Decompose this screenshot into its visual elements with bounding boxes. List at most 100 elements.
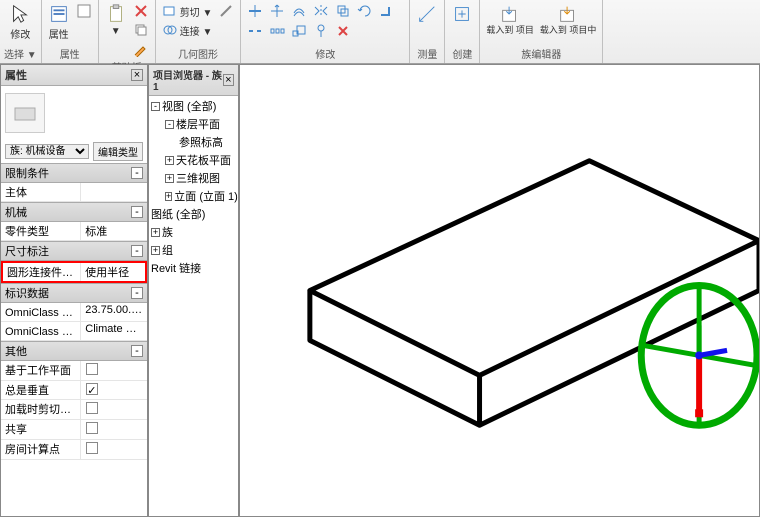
tree-toggle[interactable]: - <box>165 120 174 129</box>
prop-row[interactable]: 共享 <box>1 420 147 440</box>
tree-node[interactable]: -视图 (全部) <box>151 98 236 116</box>
tree-label: 天花板平面 <box>176 152 231 168</box>
prop-row[interactable]: 主体 <box>1 183 147 202</box>
ribbon: 修改 选择 ▼ 属性 属性 ▼ 剪贴板 <box>0 0 760 64</box>
delete-tool[interactable] <box>333 22 353 40</box>
load-close-tool[interactable]: 载入到 项目中 <box>538 2 599 36</box>
prop-row[interactable]: 加载时剪切的空心 <box>1 400 147 420</box>
browser-tree[interactable]: -视图 (全部)-楼层平面参照标高+天花板平面+三维视图+立面 (立面 1)图纸… <box>149 96 238 280</box>
prop-value[interactable] <box>81 361 147 380</box>
prop-row[interactable]: 零件类型标准 <box>1 222 147 241</box>
tree-label: 视图 (全部) <box>162 98 216 114</box>
tree-toggle[interactable]: + <box>151 228 160 237</box>
prop-value[interactable]: Climate Control ... <box>81 322 147 340</box>
prop-key: 基于工作平面 <box>1 361 81 380</box>
select-tool[interactable]: 修改 <box>7 2 33 42</box>
tree-node[interactable]: +族 <box>151 224 236 242</box>
tree-node[interactable]: +组 <box>151 242 236 260</box>
tree-toggle[interactable]: + <box>165 156 174 165</box>
prop-value[interactable] <box>81 420 147 439</box>
move-tool[interactable] <box>267 2 287 20</box>
mirror-tool[interactable] <box>311 2 331 20</box>
tree-toggle[interactable]: - <box>151 102 160 111</box>
prop-group[interactable]: 限制条件- <box>1 163 147 183</box>
type-selector[interactable] <box>1 86 147 140</box>
prop-value[interactable]: 23.75.00.00 <box>81 303 147 321</box>
prop-key: 零件类型 <box>1 222 81 240</box>
prop-value[interactable]: 使用半径 <box>81 263 145 281</box>
prop-value[interactable]: ✓ <box>81 381 147 399</box>
prop-row[interactable]: 房间计算点 <box>1 440 147 460</box>
tree-node[interactable]: -楼层平面 <box>151 116 236 134</box>
prop-value[interactable] <box>81 183 147 201</box>
prop-key: OmniClass 编号 <box>1 303 81 321</box>
tree-label: 组 <box>162 242 173 258</box>
split-tool[interactable] <box>245 22 265 40</box>
prop-value[interactable] <box>81 400 147 419</box>
rotate-tool[interactable] <box>355 2 375 20</box>
properties-tool[interactable]: 属性 <box>46 2 72 42</box>
project-browser: 项目浏览器 - 族1 × -视图 (全部)-楼层平面参照标高+天花板平面+三维视… <box>148 64 239 517</box>
prop-value[interactable]: 标准 <box>81 222 147 240</box>
offset-tool[interactable] <box>289 2 309 20</box>
browser-close-icon[interactable]: × <box>223 74 234 86</box>
properties-close-icon[interactable]: × <box>131 69 143 81</box>
trim-tool[interactable] <box>377 2 397 20</box>
prop-group[interactable]: 尺寸标注- <box>1 241 147 261</box>
viewport-3d[interactable] <box>239 64 760 517</box>
browser-header[interactable]: 项目浏览器 - 族1 × <box>149 65 238 96</box>
edit-type-button[interactable]: 编辑类型 <box>93 142 143 161</box>
properties-panel-header[interactable]: 属性 × <box>1 65 147 86</box>
prop-group[interactable]: 标识数据- <box>1 283 147 303</box>
load-project-tool[interactable]: 载入到 项目 <box>484 2 536 36</box>
scale-tool[interactable] <box>289 22 309 40</box>
tree-node[interactable]: Revit 链接 <box>151 260 236 278</box>
group-create-label: 创建 <box>452 45 472 61</box>
tree-toggle[interactable]: + <box>165 192 172 201</box>
tree-label: 族 <box>162 224 173 240</box>
prop-value[interactable] <box>81 440 147 459</box>
prop-row[interactable]: 圆形连接件大小使用半径 <box>1 261 147 283</box>
prop-group[interactable]: 机械- <box>1 202 147 222</box>
tree-label: 楼层平面 <box>176 116 220 132</box>
prop-key: 圆形连接件大小 <box>3 263 81 281</box>
prop-row[interactable]: 基于工作平面 <box>1 361 147 381</box>
prop-key: 总是垂直 <box>1 381 81 399</box>
tree-label: 三维视图 <box>176 170 220 186</box>
create-tool[interactable] <box>449 2 475 26</box>
align-tool[interactable] <box>245 2 265 20</box>
tree-toggle[interactable]: + <box>165 174 174 183</box>
tree-label: 参照标高 <box>179 134 223 150</box>
tree-node[interactable]: +天花板平面 <box>151 152 236 170</box>
browser-title: 项目浏览器 - 族1 <box>153 67 223 93</box>
cut-clip-tool[interactable] <box>131 2 151 20</box>
join-geom-tool[interactable]: 连接 ▼ <box>160 21 215 39</box>
match-tool[interactable] <box>131 40 151 58</box>
tree-node[interactable]: 图纸 (全部) <box>151 206 236 224</box>
property-grid[interactable]: 限制条件-主体机械-零件类型标准尺寸标注-圆形连接件大小使用半径标识数据-Omn… <box>1 163 147 516</box>
prop-key: OmniClass 标题 <box>1 322 81 340</box>
copy-tool[interactable] <box>333 2 353 20</box>
copy-clip-tool[interactable] <box>131 21 151 39</box>
prop-row[interactable]: OmniClass 编号23.75.00.00 <box>1 303 147 322</box>
tree-node[interactable]: 参照标高 <box>151 134 236 152</box>
measure-tool[interactable] <box>414 2 440 26</box>
tree-node[interactable]: +三维视图 <box>151 170 236 188</box>
array-tool[interactable] <box>267 22 287 40</box>
prop-row[interactable]: 总是垂直✓ <box>1 381 147 400</box>
paste-label: ▼ <box>111 26 121 37</box>
cut-geom-tool[interactable]: 剪切 ▼ <box>160 2 215 20</box>
prop-key: 主体 <box>1 183 81 201</box>
family-types-tool[interactable] <box>74 2 94 20</box>
prop-group[interactable]: 其他- <box>1 341 147 361</box>
pin-tool[interactable] <box>311 22 331 40</box>
tree-node[interactable]: +立面 (立面 1) <box>151 188 236 206</box>
tree-label: 图纸 (全部) <box>151 206 205 222</box>
properties-label: 属性 <box>49 26 69 41</box>
prop-row[interactable]: OmniClass 标题Climate Control ... <box>1 322 147 341</box>
family-selector[interactable]: 族: 机械设备 <box>5 144 89 159</box>
paste-tool[interactable]: ▼ <box>103 2 129 38</box>
tree-toggle[interactable]: + <box>151 246 160 255</box>
geom-extra-1[interactable] <box>216 2 236 20</box>
type-thumbnail <box>5 93 45 133</box>
